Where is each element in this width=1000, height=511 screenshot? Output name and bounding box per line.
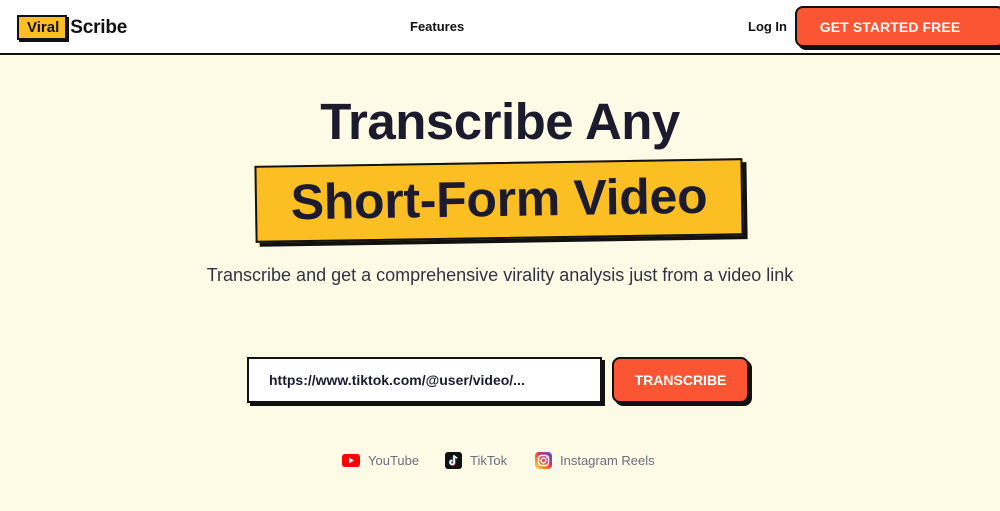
platform-label: Instagram Reels: [560, 452, 655, 468]
youtube-icon: [342, 453, 360, 467]
logo-text: Scribe: [70, 16, 128, 38]
get-started-button[interactable]: GET STARTED FREE: [795, 6, 1000, 47]
video-url-input[interactable]: [247, 357, 602, 403]
logo[interactable]: Viral Scribe: [17, 14, 127, 41]
site-header: Viral Scribe Features Log In GET STARTED…: [0, 0, 1000, 55]
hero-title-line2: Short-Form Video: [290, 167, 708, 231]
platform-label: YouTube: [368, 452, 420, 468]
platform-youtube: YouTube: [342, 451, 419, 469]
login-link[interactable]: Log In: [748, 19, 787, 34]
platform-tiktok: TikTok: [445, 451, 507, 469]
instagram-icon: [535, 451, 552, 469]
transcribe-button[interactable]: TRANSCRIBE: [612, 357, 749, 403]
hero-subtitle: Transcribe and get a comprehensive viral…: [206, 265, 794, 285]
platform-instagram: Instagram Reels: [535, 451, 655, 469]
platform-label: TikTok: [470, 452, 508, 468]
hero-title-line1: Transcribe Any: [320, 93, 680, 150]
tiktok-icon: [445, 451, 462, 469]
logo-badge: Viral: [17, 15, 68, 40]
nav-link-features[interactable]: Features: [410, 19, 464, 34]
